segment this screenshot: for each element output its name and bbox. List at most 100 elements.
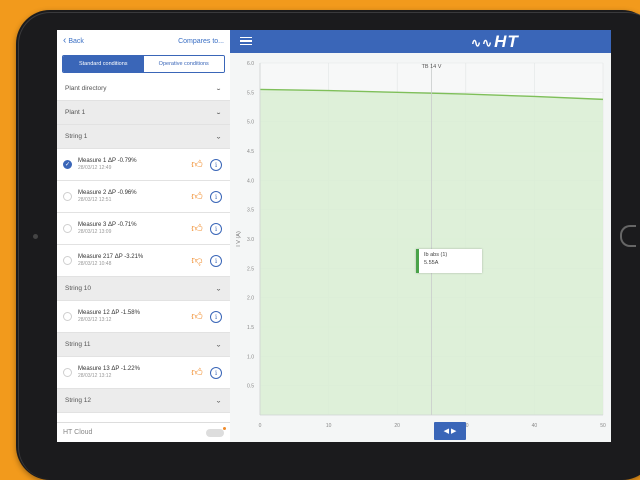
info-icon[interactable]: i xyxy=(210,158,222,171)
measure-date: 28/03/12 12:51 xyxy=(78,197,112,204)
y-tick-label: 5.5 xyxy=(247,90,254,96)
y-tick-label: 2.0 xyxy=(247,296,254,302)
menu-icon[interactable] xyxy=(240,37,252,45)
y-tick-label: 3.0 xyxy=(247,237,254,243)
measure-row[interactable]: Measure 217 ΔP -3.21% 28/03/12 10:48 👎︎ i xyxy=(57,245,230,277)
radio-button[interactable] xyxy=(63,224,72,233)
thumbs-up-icon[interactable]: 👍︎ xyxy=(190,222,204,236)
radio-button[interactable] xyxy=(63,256,72,265)
string-label: String 12 xyxy=(65,397,92,404)
measure-title: Measure 1 ΔP -0.79% xyxy=(78,158,137,165)
thumbs-up-icon[interactable]: 👍︎ xyxy=(190,310,204,324)
segment-standard-conditions[interactable]: Standard conditions xyxy=(63,56,144,72)
chevron-down-icon: ⌄ xyxy=(215,133,222,140)
chart-panel: 6.0 5.5 5.0 4.5 4.0 3.5 3.0 2.5 2.0 1.5 1.0 0.5 0 10 2… xyxy=(230,53,611,442)
tablet-camera xyxy=(33,234,38,239)
tooltip-value: 5.55A xyxy=(424,259,439,266)
measure-title: Measure 13 ΔP -1.22% xyxy=(78,366,140,373)
thumbs-down-icon[interactable]: 👎︎ xyxy=(190,254,204,268)
measure-date: 28/03/12 10:48 xyxy=(78,261,112,268)
string-row[interactable]: String 12 ⌄ xyxy=(57,389,230,413)
thumbs-up-icon[interactable]: 👍︎ xyxy=(190,158,204,172)
y-tick-label: 4.5 xyxy=(247,149,254,155)
x-tick-label: 40 xyxy=(532,423,538,429)
radio-button[interactable] xyxy=(63,312,72,321)
plant-label: Plant 1 xyxy=(65,109,86,116)
top-bar: ∿∿HT xyxy=(230,30,611,53)
main-panel: ∿∿HT 6.0 5.5 5.0 4.5 4.0 3.5 3.0 2.5 2.0 1.5 1.0 0.… xyxy=(230,30,611,442)
back-button[interactable]: ‹ Back xyxy=(63,36,84,46)
y-tick-label: 2.5 xyxy=(247,266,254,272)
string-label: String 1 xyxy=(65,133,88,140)
y-tick-label: 6.0 xyxy=(247,61,254,67)
chevron-down-icon: ⌄ xyxy=(215,285,222,292)
measure-date: 28/03/12 12:49 xyxy=(78,165,112,172)
chevron-left-icon: ‹ xyxy=(63,35,67,46)
measure-row[interactable]: Measure 3 ΔP -0.71% 28/03/12 13:09 👍︎ i xyxy=(57,213,230,245)
string-row[interactable]: String 10 ⌄ xyxy=(57,277,230,301)
measure-title: Measure 2 ΔP -0.96% xyxy=(78,190,137,197)
logo-text: HT xyxy=(494,32,519,51)
x-tick-label: 20 xyxy=(394,423,400,429)
tablet-home-button xyxy=(620,225,636,247)
measure-row[interactable]: Measure 12 ΔP -1.58% 28/03/12 13:12 👍︎ i xyxy=(57,301,230,333)
y-tick-label: 5.0 xyxy=(247,120,254,126)
iv-chart[interactable]: 6.0 5.5 5.0 4.5 4.0 3.5 3.0 2.5 2.0 1.5 1.0 0.5 0 10 2… xyxy=(230,53,611,442)
string-label: String 11 xyxy=(65,341,91,348)
ht-logo: ∿∿HT xyxy=(471,32,519,52)
chevron-down-icon: ⌄ xyxy=(215,397,222,404)
ht-cloud-label[interactable]: HT Cloud xyxy=(63,429,92,436)
checkmark-icon[interactable]: ✓ xyxy=(63,160,72,169)
radio-button[interactable] xyxy=(63,192,72,201)
info-icon[interactable]: i xyxy=(210,254,222,267)
string-label: String 10 xyxy=(65,285,92,292)
y-tick-label: 1.0 xyxy=(247,354,254,360)
y-tick-label: 0.5 xyxy=(247,384,254,390)
info-icon[interactable]: i xyxy=(210,310,222,323)
sidebar-header: ‹ Back Compares to... xyxy=(57,30,230,52)
x-tick-label: 0 xyxy=(259,423,262,429)
thumbs-up-icon[interactable]: 👍︎ xyxy=(190,190,204,204)
chevron-down-icon: ⌄ xyxy=(215,109,222,116)
thumbs-up-icon[interactable]: 👍︎ xyxy=(190,366,204,380)
y-axis-label: I V (A) xyxy=(236,231,242,247)
chart-nav-button[interactable]: ◀ ▶ xyxy=(434,422,466,440)
cloud-icon[interactable] xyxy=(206,426,226,437)
segment-operative-conditions[interactable]: Operative conditions xyxy=(143,56,224,72)
info-icon[interactable]: i xyxy=(210,366,222,379)
chart-tooltip: Ib abs (1) 5.55A xyxy=(416,249,482,273)
radio-button[interactable] xyxy=(63,368,72,377)
x-tick-label: 50 xyxy=(600,423,606,429)
sidebar: ‹ Back Compares to... Standard condition… xyxy=(57,30,231,442)
plant-directory-row[interactable]: Plant directory ⌄ xyxy=(57,77,230,101)
plant-row[interactable]: Plant 1 ⌄ xyxy=(57,101,230,125)
measure-row[interactable]: Measure 13 ΔP -1.22% 28/03/12 13:12 👍︎ i xyxy=(57,357,230,389)
measure-title: Measure 12 ΔP -1.58% xyxy=(78,310,140,317)
chevron-down-icon: ⌄ xyxy=(215,341,222,348)
plant-directory-label: Plant directory xyxy=(65,85,107,92)
measure-date: 28/03/12 13:12 xyxy=(78,317,112,324)
chart-title: TB 14 V xyxy=(422,64,442,70)
measure-row[interactable]: Measure 2 ΔP -0.96% 28/03/12 12:51 👍︎ i xyxy=(57,181,230,213)
measure-row[interactable]: ✓ Measure 1 ΔP -0.79% 28/03/12 12:49 👍︎ i xyxy=(57,149,230,181)
app-screen: ‹ Back Compares to... Standard condition… xyxy=(57,30,611,442)
waveform-icon: ∿∿ xyxy=(471,36,494,50)
x-tick-label: 10 xyxy=(326,423,332,429)
back-label: Back xyxy=(68,37,84,45)
string-row[interactable]: String 11 ⌄ xyxy=(57,333,230,357)
y-tick-label: 4.0 xyxy=(247,178,254,184)
string-row[interactable]: String 1 ⌄ xyxy=(57,125,230,149)
y-tick-label: 3.5 xyxy=(247,208,254,214)
sidebar-footer: HT Cloud xyxy=(57,422,230,442)
y-tick-label: 1.5 xyxy=(247,325,254,331)
tooltip-label: Ib abs (1) xyxy=(424,252,448,258)
info-icon[interactable]: i xyxy=(210,190,222,203)
measure-date: 28/03/12 13:12 xyxy=(78,373,112,380)
info-icon[interactable]: i xyxy=(210,222,222,235)
compares-to-button[interactable]: Compares to... xyxy=(178,38,224,45)
measure-title: Measure 217 ΔP -3.21% xyxy=(78,254,144,261)
measure-date: 28/03/12 13:09 xyxy=(78,229,112,236)
chevron-down-icon: ⌄ xyxy=(215,85,222,92)
conditions-segmented-control: Standard conditions Operative conditions xyxy=(62,55,225,73)
measure-title: Measure 3 ΔP -0.71% xyxy=(78,222,137,229)
